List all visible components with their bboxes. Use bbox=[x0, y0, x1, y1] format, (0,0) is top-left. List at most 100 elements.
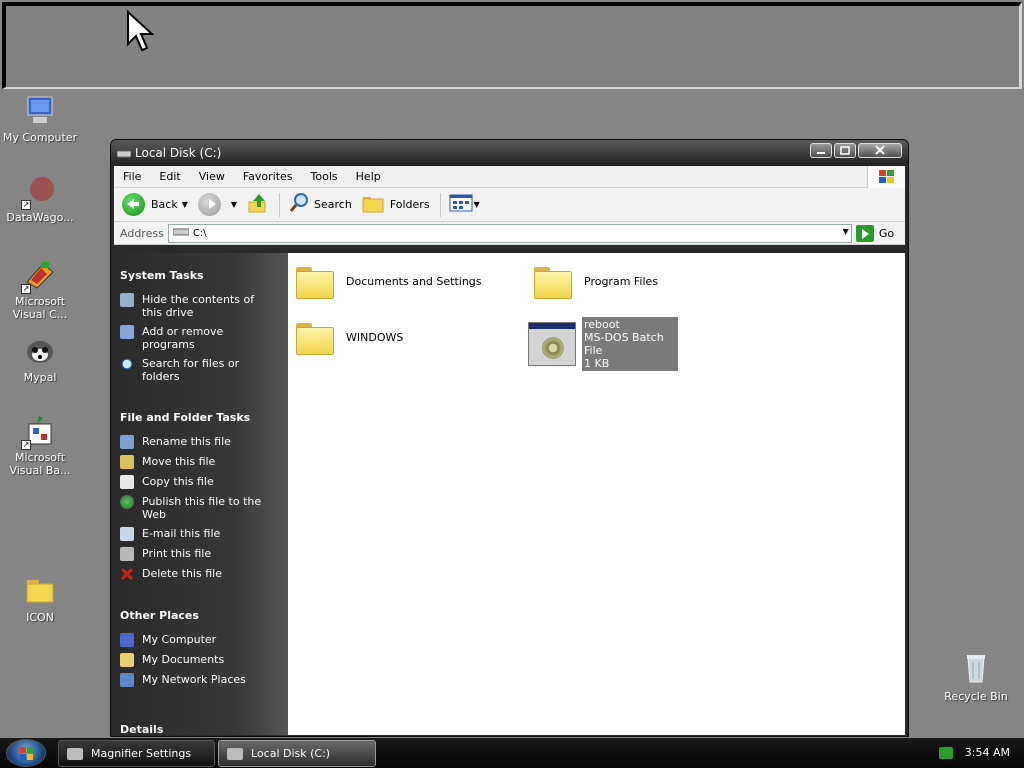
delete-x-icon bbox=[120, 567, 134, 581]
task-print-file[interactable]: Print this file bbox=[114, 547, 288, 561]
back-dropdown-icon[interactable]: ▼ bbox=[182, 200, 188, 209]
back-label: Back bbox=[151, 198, 178, 211]
taskbar-button-magnifier-settings[interactable]: Magnifier Settings bbox=[58, 740, 215, 767]
folder-icon bbox=[296, 321, 334, 355]
address-bar: Address C:\ ▼ Go bbox=[114, 222, 905, 245]
task-search-files[interactable]: Search for files or folders bbox=[114, 357, 288, 383]
file-list: Documents and Settings Program Files WIN… bbox=[288, 253, 905, 735]
close-button[interactable] bbox=[858, 143, 902, 158]
taskbar: Magnifier Settings Local Disk (C:) 3:54 … bbox=[0, 738, 1024, 768]
network-icon bbox=[120, 673, 134, 687]
shortcut-arrow-icon: ↗ bbox=[21, 284, 31, 294]
computer-icon bbox=[23, 94, 57, 128]
menu-tools[interactable]: Tools bbox=[302, 170, 347, 183]
desktop-icon-visual-basic[interactable]: ↗ Microsoft Visual Ba... bbox=[0, 414, 80, 477]
desktop-icon-label: My Computer bbox=[2, 131, 78, 144]
globe-icon bbox=[120, 495, 134, 509]
file-item-reboot[interactable]: reboot MS-DOS Batch File 1 KB bbox=[528, 317, 678, 371]
place-my-documents[interactable]: My Documents bbox=[114, 653, 288, 667]
file-folder-tasks-header[interactable]: File and Folder Tasks bbox=[114, 405, 288, 424]
drive-icon bbox=[227, 747, 243, 760]
address-value: C:\ bbox=[192, 227, 207, 239]
desktop-icon-label: DataWago... bbox=[6, 211, 74, 224]
views-dropdown-icon[interactable]: ▼ bbox=[474, 200, 480, 209]
start-button[interactable] bbox=[6, 739, 46, 767]
menu-file[interactable]: File bbox=[114, 170, 150, 183]
maximize-button[interactable] bbox=[834, 143, 856, 158]
task-move-file[interactable]: Move this file bbox=[114, 455, 288, 469]
forward-dropdown-icon[interactable]: ▼ bbox=[231, 200, 237, 209]
menu-edit[interactable]: Edit bbox=[150, 170, 189, 183]
taskbar-button-local-disk[interactable]: Local Disk (C:) bbox=[218, 740, 376, 767]
address-label: Address bbox=[120, 226, 164, 240]
drive-icon bbox=[116, 148, 132, 161]
visual-studio-icon: ↗ bbox=[21, 258, 57, 294]
desktop-icon-recycle-bin[interactable]: Recycle Bin bbox=[938, 652, 1014, 703]
menu-help[interactable]: Help bbox=[347, 170, 390, 183]
task-copy-file[interactable]: Copy this file bbox=[114, 475, 288, 489]
folder-icon bbox=[296, 265, 334, 299]
task-add-remove-programs[interactable]: Add or remove programs bbox=[114, 325, 288, 351]
raccoon-icon bbox=[23, 334, 57, 368]
details-header[interactable]: Details bbox=[114, 717, 288, 735]
email-icon bbox=[120, 527, 134, 541]
minimize-button[interactable] bbox=[810, 143, 832, 158]
documents-folder-icon bbox=[120, 653, 134, 667]
task-publish-web[interactable]: Publish this file to the Web bbox=[114, 495, 288, 521]
folders-label: Folders bbox=[389, 198, 430, 211]
recycle-bin-label: Recycle Bin bbox=[944, 690, 1008, 703]
address-dropdown-icon[interactable]: ▼ bbox=[843, 227, 849, 236]
file-name: Documents and Settings bbox=[346, 274, 482, 288]
views-icon bbox=[449, 194, 473, 215]
desktop-icon-label-line2: Visual C... bbox=[12, 308, 68, 321]
menu-favorites[interactable]: Favorites bbox=[234, 170, 302, 183]
folder-icon bbox=[23, 574, 57, 608]
up-arrow-icon bbox=[247, 192, 269, 217]
menu-view[interactable]: View bbox=[190, 170, 234, 183]
search-button[interactable]: Search bbox=[288, 192, 352, 217]
file-type: MS-DOS Batch File bbox=[584, 331, 664, 357]
back-button[interactable]: Back ▼ bbox=[122, 193, 188, 216]
batch-file-gear-icon bbox=[528, 322, 576, 366]
desktop-icon-label-line1: Microsoft bbox=[14, 451, 66, 464]
folders-button[interactable]: Folders bbox=[362, 193, 430, 216]
desktop-icon-my-computer[interactable]: My Computer bbox=[0, 94, 80, 144]
place-my-computer[interactable]: My Computer bbox=[114, 633, 288, 647]
desktop-icon-mypal[interactable]: Mypal bbox=[0, 334, 80, 384]
network-tray-icon[interactable] bbox=[938, 746, 953, 759]
file-item-windows[interactable]: WINDOWS bbox=[296, 321, 403, 355]
copy-icon bbox=[120, 475, 134, 489]
system-tasks-header[interactable]: System Tasks bbox=[114, 263, 288, 282]
task-email-file[interactable]: E-mail this file bbox=[114, 527, 288, 541]
desktop-icon-datawagon[interactable]: ↗ DataWago... bbox=[0, 174, 80, 224]
task-rename-file[interactable]: Rename this file bbox=[114, 435, 288, 449]
toolbar-separator bbox=[279, 192, 281, 217]
magnifier-settings-icon bbox=[67, 747, 83, 760]
computer-icon bbox=[120, 633, 134, 647]
menu-bar: File Edit View Favorites Tools Help bbox=[114, 166, 905, 188]
other-places-header[interactable]: Other Places bbox=[114, 603, 288, 622]
desktop-icon-label-line2: Visual Ba... bbox=[9, 464, 71, 477]
address-input[interactable]: C:\ ▼ bbox=[167, 223, 852, 243]
task-delete-file[interactable]: Delete this file bbox=[114, 567, 288, 581]
windows-logo-icon bbox=[867, 166, 905, 188]
system-tray: 3:54 AM bbox=[938, 746, 1010, 759]
hide-contents-icon bbox=[120, 293, 134, 307]
title-bar[interactable]: Local Disk (C:) bbox=[111, 140, 908, 166]
recycle-bin-icon bbox=[959, 652, 993, 686]
shortcut-arrow-icon: ↗ bbox=[21, 200, 31, 210]
window-title: Local Disk (C:) bbox=[135, 146, 222, 160]
file-item-program-files[interactable]: Program Files bbox=[534, 265, 658, 299]
desktop-icon-label: Mypal bbox=[23, 371, 57, 384]
clock[interactable]: 3:54 AM bbox=[965, 746, 1010, 759]
desktop-icon-icon-folder[interactable]: ICON bbox=[0, 574, 80, 624]
desktop-icon-visual-c[interactable]: ↗ Microsoft Visual C... bbox=[0, 258, 80, 321]
shortcut-arrow-icon: ↗ bbox=[21, 440, 31, 450]
task-hide-drive-contents[interactable]: Hide the contents of this drive bbox=[114, 293, 288, 319]
forward-button[interactable]: ▼ bbox=[197, 193, 237, 216]
file-item-documents-and-settings[interactable]: Documents and Settings bbox=[296, 265, 482, 299]
go-button[interactable]: Go bbox=[855, 224, 894, 242]
up-folder-button[interactable] bbox=[247, 192, 269, 217]
views-button[interactable]: ▼ bbox=[449, 194, 480, 215]
place-my-network-places[interactable]: My Network Places bbox=[114, 673, 288, 687]
